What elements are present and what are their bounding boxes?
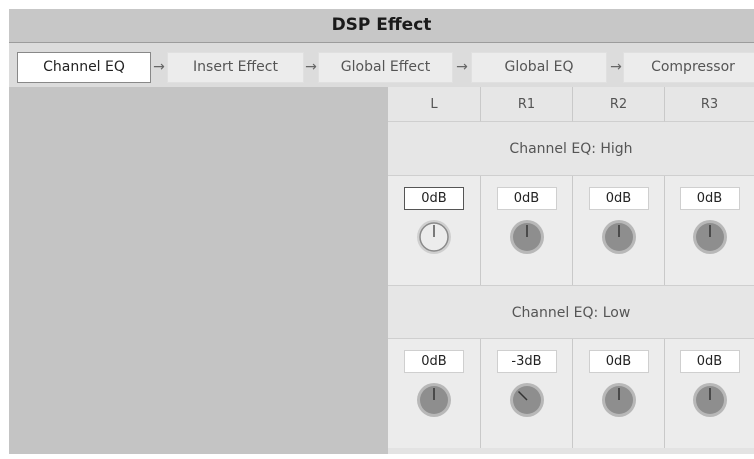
knob-icon[interactable] [416, 219, 452, 255]
tab-compressor[interactable]: Compressor [623, 52, 754, 83]
value-box[interactable]: 0dB [679, 187, 740, 210]
knob-icon[interactable] [416, 382, 452, 418]
eq-low-cell-r1[interactable]: -3dB [481, 339, 573, 448]
column-header-r3: R3 [665, 87, 754, 122]
value-box[interactable]: 0dB [679, 350, 740, 373]
value-box[interactable]: 0dB [588, 350, 649, 373]
knob-icon[interactable] [601, 219, 637, 255]
arrow-right-icon: → [456, 59, 468, 75]
eq-high-cell-r2[interactable]: 0dB [573, 176, 665, 285]
knob-icon[interactable] [692, 382, 728, 418]
section-label-high: Channel EQ: High [388, 122, 754, 176]
tab-global-eq[interactable]: Global EQ [471, 52, 607, 83]
value-box[interactable]: 0dB [496, 187, 557, 210]
section-label-low: Channel EQ: Low [388, 285, 754, 339]
eq-high-cell-l[interactable]: 0dB [388, 176, 481, 285]
column-header-l: L [388, 87, 481, 122]
knob-icon[interactable] [692, 219, 728, 255]
knob-icon[interactable] [601, 382, 637, 418]
eq-high-cell-r1[interactable]: 0dB [481, 176, 573, 285]
effect-tab-bar: Channel EQ → Insert Effect → Global Effe… [9, 43, 754, 87]
arrow-right-icon: → [610, 59, 622, 75]
value-box[interactable]: 0dB [404, 350, 464, 373]
eq-low-cell-r2[interactable]: 0dB [573, 339, 665, 448]
tab-insert-effect[interactable]: Insert Effect [167, 52, 304, 83]
eq-low-cell-l[interactable]: 0dB [388, 339, 481, 448]
value-box[interactable]: 0dB [404, 187, 464, 210]
eq-high-cell-r3[interactable]: 0dB [665, 176, 754, 285]
eq-low-cell-r3[interactable]: 0dB [665, 339, 754, 448]
value-box[interactable]: -3dB [496, 350, 557, 373]
knob-icon[interactable] [509, 219, 545, 255]
knob-icon[interactable] [509, 382, 545, 418]
arrow-right-icon: → [305, 59, 317, 75]
arrow-right-icon: → [153, 59, 165, 75]
tab-global-effect[interactable]: Global Effect [318, 52, 453, 83]
column-header-r1: R1 [481, 87, 573, 122]
column-header-r2: R2 [573, 87, 665, 122]
tab-channel-eq[interactable]: Channel EQ [17, 52, 151, 83]
dsp-effect-window: DSP Effect Channel EQ → Insert Effect → … [9, 9, 754, 454]
value-box[interactable]: 0dB [588, 187, 649, 210]
eq-parameter-grid: L R1 R2 R3 Channel EQ: High 0dB 0dB 0dB [388, 87, 754, 454]
window-title: DSP Effect [9, 9, 754, 43]
